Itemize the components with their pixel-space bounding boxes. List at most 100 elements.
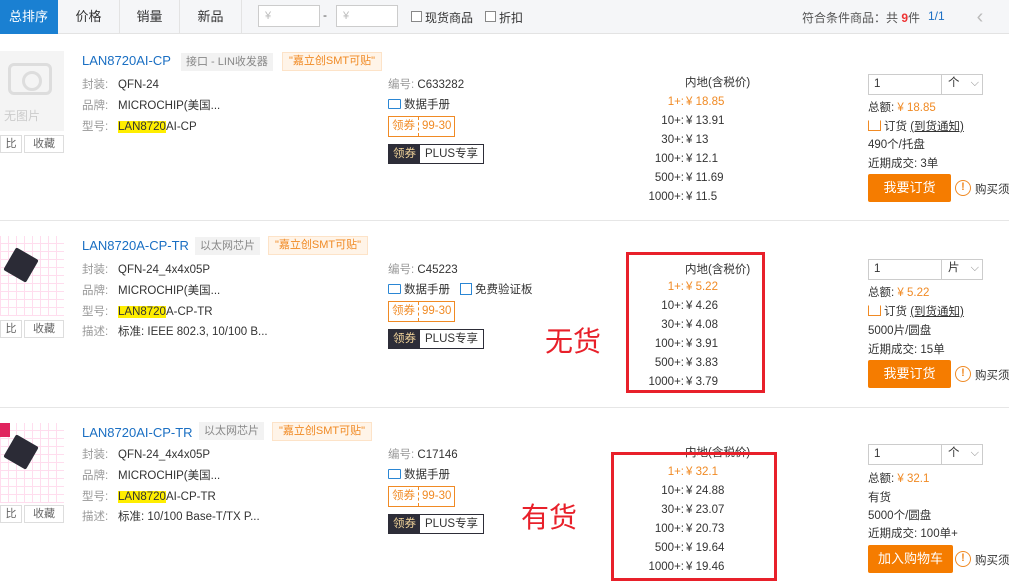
smt-tag: "嘉立创SMT可贴" — [268, 236, 369, 255]
discount-checkbox[interactable] — [485, 11, 496, 22]
chip-marker — [0, 423, 10, 437]
plus-coupon-button[interactable]: 领券 PLUS专享 — [388, 514, 485, 534]
total-amount: 总额: ¥ 18.85 — [868, 102, 936, 114]
coupon-button[interactable]: 领券 99-30 — [388, 301, 456, 322]
annotation-out-of-stock: 无货 — [545, 325, 602, 358]
in-stock-checkbox[interactable] — [411, 11, 422, 22]
add-to-cart-button[interactable]: 加入购物车 — [868, 545, 953, 573]
brand-field: 品牌: MICROCHIP(美国... — [82, 100, 221, 112]
product-code: 编号: C17146 — [388, 449, 458, 461]
package-field: 封装: QFN-24_4x4x05P — [82, 264, 211, 276]
chevron-down-icon: ⌵ — [970, 447, 979, 459]
warning-icon: ! — [955, 366, 971, 382]
price-max-input[interactable]: ¥ — [336, 5, 398, 27]
product-thumb-placeholder[interactable]: 无图片 — [0, 51, 64, 131]
result-count-text: 符合条件商品：共 9件 — [802, 11, 921, 25]
brand-field: 品牌: MICROCHIP(美国... — [82, 470, 221, 482]
smt-tag: "嘉立创SMT可贴" — [282, 52, 383, 71]
folder-icon — [388, 284, 401, 294]
annotation-box-out-of-stock — [626, 252, 765, 393]
product-row-3: 比 收藏 LAN8720AI-CP-TR 以太网芯片 "嘉立创SMT可贴" 封装… — [0, 409, 1009, 588]
chevron-down-icon: ⌵ — [970, 262, 979, 274]
board-icon — [460, 283, 472, 295]
brand-field: 品牌: MICROCHIP(美国... — [82, 285, 221, 297]
package-field: 封装: QFN-24 — [82, 79, 159, 91]
unit-select[interactable]: 个 ⌵ — [941, 74, 983, 95]
order-notify[interactable]: 订货 (到货通知) — [868, 118, 964, 134]
plus-coupon-button[interactable]: 领券 PLUS专享 — [388, 329, 485, 349]
product-code: 编号: C633282 — [388, 79, 465, 91]
total-amount: 总额: ¥ 5.22 — [868, 287, 930, 299]
sort-tab-sales[interactable]: 销量 — [120, 0, 180, 34]
recent-deals: 近期成交: 15单 — [868, 344, 945, 356]
product-row-1: 无图片 比 收藏 LAN8720AI-CP 接口 - LIN收发器 "嘉立创SM… — [0, 35, 1009, 221]
unit-select[interactable]: 个 ⌵ — [941, 444, 983, 465]
chevron-down-icon: ⌵ — [970, 77, 979, 89]
model-field: 型号: LAN8720AI-CP-TR — [82, 491, 216, 503]
page-indicator: 1/1 — [928, 9, 945, 23]
purchase-notice-link[interactable]: 购买须 — [975, 552, 1009, 568]
product-row-2: 比 收藏 LAN8720A-CP-TR 以太网芯片 "嘉立创SMT可贴" 封装:… — [0, 222, 1009, 408]
chip-image — [3, 247, 39, 283]
compare-button[interactable]: 比 — [0, 135, 22, 153]
warning-icon: ! — [955, 180, 971, 196]
annotation-in-stock: 有货 — [521, 501, 578, 534]
folder-icon — [388, 99, 401, 109]
purchase-notice-link[interactable]: 购买须 — [975, 367, 1009, 383]
unit-select[interactable]: 片 ⌵ — [941, 259, 983, 280]
no-image-text: 无图片 — [4, 109, 41, 123]
category-tag[interactable]: 接口 - LIN收发器 — [181, 53, 273, 71]
category-tag[interactable]: 以太网芯片 — [199, 422, 264, 440]
warning-icon: ! — [955, 551, 971, 567]
order-notify[interactable]: 订货 (到货通知) — [868, 303, 964, 319]
price-header: 内地(含税价) — [685, 77, 751, 89]
warehouse-icon — [868, 305, 881, 316]
compare-button[interactable]: 比 — [0, 505, 22, 523]
camera-icon — [8, 63, 52, 95]
sort-tab-overall[interactable]: 总排序 — [0, 0, 58, 34]
folder-icon — [388, 469, 401, 479]
order-button[interactable]: 我要订货 — [868, 174, 951, 202]
product-title[interactable]: LAN8720AI-CP-TR — [82, 425, 193, 440]
price-min-input[interactable]: ¥ — [258, 5, 320, 27]
datasheet-link[interactable]: 数据手册 — [388, 466, 450, 482]
quantity-input[interactable]: 1 个 ⌵ — [868, 444, 983, 465]
product-title[interactable]: LAN8720AI-CP — [82, 53, 171, 68]
plus-coupon-button[interactable]: 领券 PLUS专享 — [388, 144, 485, 164]
desc-field: 描述: 标准: IEEE 802.3, 10/100 B... — [82, 326, 268, 338]
price-range-dash: - — [323, 8, 327, 22]
in-stock-label[interactable]: 现货商品 — [425, 9, 473, 26]
product-code: 编号: C45223 — [388, 264, 458, 276]
product-thumb[interactable] — [0, 423, 64, 503]
coupon-button[interactable]: 领券 99-30 — [388, 486, 456, 507]
compare-button[interactable]: 比 — [0, 320, 22, 338]
favorite-button[interactable]: 收藏 — [24, 505, 64, 523]
category-tag[interactable]: 以太网芯片 — [195, 237, 260, 255]
purchase-notice-link[interactable]: 购买须 — [975, 181, 1009, 197]
datasheet-link[interactable]: 数据手册 — [388, 281, 450, 297]
warehouse-icon — [868, 120, 881, 131]
model-field: 型号: LAN8720A-CP-TR — [82, 306, 213, 318]
recent-deals: 近期成交: 3单 — [868, 158, 939, 170]
datasheet-link[interactable]: 数据手册 — [388, 96, 450, 112]
quantity-input[interactable]: 1 片 ⌵ — [868, 259, 983, 280]
stock-status: 有货 — [868, 492, 891, 504]
quantity-input[interactable]: 1 个 ⌵ — [868, 74, 983, 95]
product-thumb[interactable] — [0, 236, 64, 316]
coupon-button[interactable]: 领券 99-30 — [388, 116, 456, 137]
sort-tab-new[interactable]: 新品 — [180, 0, 242, 34]
order-button[interactable]: 我要订货 — [868, 360, 951, 388]
model-field: 型号: LAN8720AI-CP — [82, 121, 197, 133]
discount-label[interactable]: 折扣 — [499, 9, 523, 26]
prev-page-icon[interactable]: ‹ — [960, 4, 1000, 32]
eval-board-link[interactable]: 免费验证板 — [460, 281, 533, 297]
stock-info: 490个/托盘 — [868, 139, 925, 151]
stock-info: 5000片/圆盘 — [868, 325, 932, 337]
annotation-box-in-stock — [611, 452, 777, 581]
product-title[interactable]: LAN8720A-CP-TR — [82, 238, 189, 253]
sort-tab-price[interactable]: 价格 — [58, 0, 120, 34]
total-amount: 总额: ¥ 32.1 — [868, 473, 930, 485]
filter-bar: 总排序 价格 销量 新品 ¥ - ¥ 现货商品 折扣 符合条件商品：共 9件 1… — [0, 0, 1009, 34]
favorite-button[interactable]: 收藏 — [24, 135, 64, 153]
favorite-button[interactable]: 收藏 — [24, 320, 64, 338]
